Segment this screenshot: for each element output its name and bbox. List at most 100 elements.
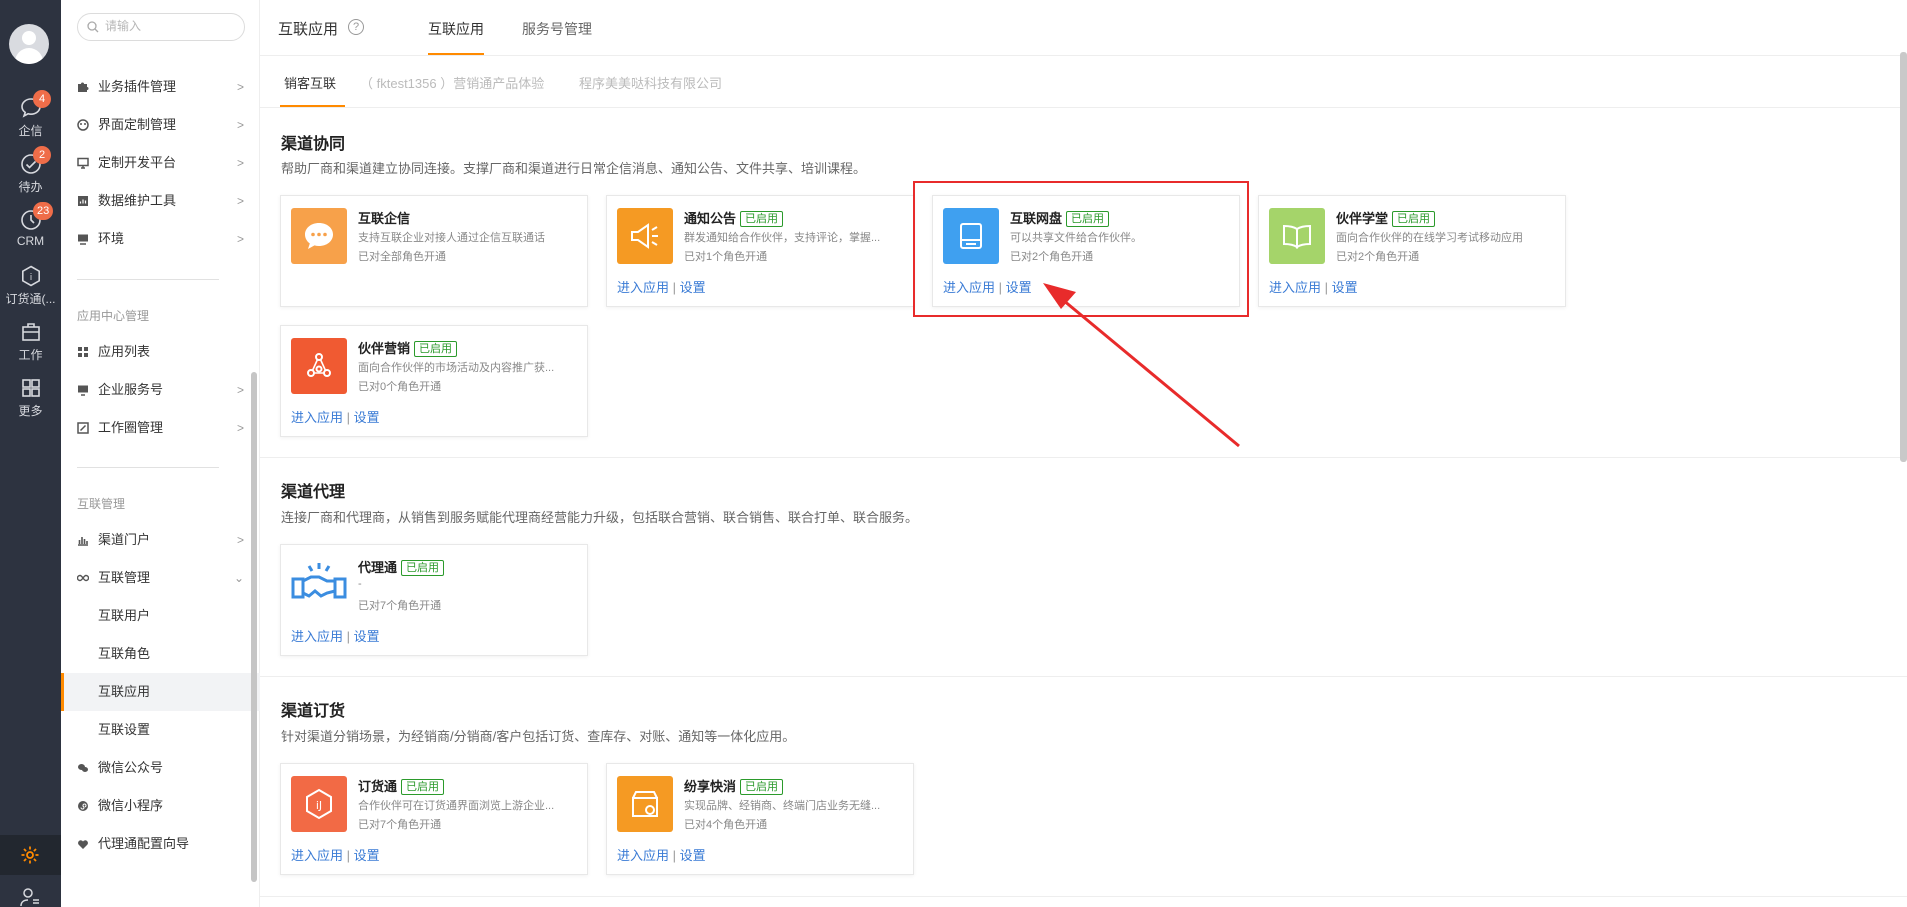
sidebar-item-interconnect-users[interactable]: 互联用户 [61,597,260,635]
rail-label: CRM [16,234,45,248]
link-separator: | [346,629,351,644]
sidebar-item-service-account[interactable]: 企业服务号 > [61,371,260,409]
sidebar-scrollbar[interactable] [251,372,257,882]
app-card[interactable]: 伙伴学堂 已启用 面向合作伙伴的在线学习考试移动应用 已对2个角色开通 进入应用 … [1258,195,1566,307]
link-separator: | [346,848,351,863]
app-card[interactable]: 纷享快消 已启用 实现品牌、经销商、终端门店业务无缝... 已对4个角色开通 进入… [606,763,914,875]
sidebar-item-app-list[interactable]: 应用列表 [61,333,260,371]
settings-link[interactable]: 设置 [680,848,706,863]
chevron-down-icon: ⌄ [233,571,244,585]
settings-link[interactable]: 设置 [354,410,380,425]
sidebar-search[interactable] [77,13,245,41]
book-icon [1283,224,1311,249]
app-card[interactable]: 互联企信 支持互联企业对接人通过企信互联通话 已对全部角色开通 [280,195,588,307]
rail-label: 订货通(... [5,292,56,306]
sidebar-item-wechat-miniprogram[interactable]: 微信小程序 [61,787,260,825]
sidebar-item-interconnect-apps[interactable]: 互联应用 [61,673,260,711]
app-description: 面向合作伙伴的在线学习考试移动应用 [1336,232,1523,244]
rail-item-messages[interactable]: 企信 4 [0,90,61,139]
link-separator: | [1324,280,1329,295]
sidebar-item-label: 应用列表 [98,344,151,359]
rail-label: 更多 [18,404,43,418]
rail-item-ordering[interactable]: i 订货通(... [0,264,61,307]
sidebar-item-workcircle[interactable]: 工作圈管理 > [61,409,260,447]
settings-link[interactable]: 设置 [680,280,706,295]
sidebar-item-label: 微信小程序 [98,798,164,813]
user-manage-icon[interactable] [20,887,40,907]
app-roles-count: 已对全部角色开通 [358,251,446,263]
settings-link[interactable]: 设置 [354,629,380,644]
rail-item-todo[interactable]: 待办 2 [0,146,61,195]
chevron-right-icon: > [236,232,244,246]
tab-interconnect-apps[interactable]: 互联应用 [428,19,484,39]
main-scrollbar[interactable] [1900,52,1907,462]
grid-icon [21,379,40,397]
sidebar-item-channel-portal[interactable]: 渠道门户 > [61,521,260,559]
sidebar-item-agent-wizard[interactable]: 代理通配置向导 [61,825,260,863]
app-card[interactable]: 通知公告 已启用 群发通知给合作伙伴，支持评论，掌握... 已对1个角色开通 进入… [606,195,914,307]
app-description: 面向合作伙伴的市场活动及内容推广获... [358,362,555,374]
sidebar-item-plugin-manage[interactable]: 业务插件管理 > [61,68,260,106]
rail-item-crm[interactable]: CRM 23 [0,202,61,248]
enter-app-link[interactable]: 进入应用 [617,280,669,295]
enter-app-link[interactable]: 进入应用 [291,410,343,425]
section-title: 渠道协同 [281,136,346,153]
app-name: 通知公告 [684,211,737,226]
app-icon-agent [291,557,347,613]
enter-app-link[interactable]: 进入应用 [291,629,343,644]
app-roles-count: 已对4个角色开通 [684,819,768,831]
enter-app-link[interactable]: 进入应用 [617,848,669,863]
sidebar-item-data-tools[interactable]: 数据维护工具 > [61,182,260,220]
sidebar-item-dev-platform[interactable]: 定制开发平台 > [61,144,260,182]
subtab-fktest1356[interactable]: （ fktest1356 ）营销通产品体验 [360,73,544,92]
sidebar-item-ui-customize[interactable]: 界面定制管理 > [61,106,260,144]
avatar[interactable] [9,24,49,64]
main-content: 互联应用 ? 互联应用 服务号管理 销客互联 （ fktest1356 ）营销通… [260,0,1907,907]
help-icon[interactable]: ? [348,19,364,35]
settings-link[interactable]: 设置 [354,848,380,863]
chevron-right-icon: > [236,118,244,132]
app-roles-count: 已对7个角色开通 [358,600,442,612]
section-description: 连接厂商和代理商，从销售到服务赋能代理商经营能力升级，包括联合营销、联合销售、联… [281,510,919,525]
active-subtab-indicator [280,105,345,107]
subtab-company[interactable]: 程序美美哒科技有限公司 [579,73,722,92]
settings-gear-icon[interactable] [18,843,42,867]
subtab-xiaoke-interconnect[interactable]: 销客互联 [284,73,336,92]
sidebar-item-interconnect-roles[interactable]: 互联角色 [61,635,260,673]
sidebar-item-environment[interactable]: 环境 > [61,220,260,258]
app-card[interactable]: iJ 订货通 已启用 合作伙伴可在订货通界面浏览上游企业... 已对7个角色开通 … [280,763,588,875]
app-icon-chat [291,208,347,264]
sidebar-item-wechat-official[interactable]: 微信公众号 [61,749,260,787]
sidebar-item-label: 工作圈管理 [98,420,164,435]
app-description: 群发通知给合作伙伴，支持评论，掌握... [684,232,881,244]
enter-app-link[interactable]: 进入应用 [291,848,343,863]
apps-grid-icon [78,347,88,357]
app-name: 伙伴营销 [358,341,411,356]
app-description: 合作伙伴可在订货通界面浏览上游企业... [358,800,555,812]
app-name: 伙伴学堂 [1336,211,1389,226]
briefcase-icon [21,323,40,341]
app-icon-fmcg [617,776,673,832]
app-name: 纷享快消 [684,779,737,794]
svg-text:i: i [29,273,32,283]
app-card[interactable]: 伙伴营销 已启用 面向合作伙伴的市场活动及内容推广获... 已对0个角色开通 进入… [280,325,588,437]
store-icon [632,791,658,817]
page-title: 互联应用 [278,21,339,38]
settings-link[interactable]: 设置 [1332,280,1358,295]
hexagon-order-icon: iJ [306,788,332,820]
section-description: 针对渠道分销场景，为经销商/分销商/客户包括订货、查库存、对账、通知等一体化应用… [281,729,796,744]
sidebar-item-label: 企业服务号 [98,382,164,397]
section-description: 帮助厂商和渠道建立协同连接。支撑厂商和渠道进行日常企信消息、通知公告、文件共享、… [281,161,867,176]
rail-item-work[interactable]: 工作 [0,320,61,363]
app-card[interactable]: 代理通 已启用 - 已对7个角色开通 进入应用 | 设置 [280,544,588,656]
enabled-tag: 已启用 [401,779,445,795]
enter-app-link[interactable]: 进入应用 [1269,280,1321,295]
link-separator: | [672,280,677,295]
tab-service-account-manage[interactable]: 服务号管理 [522,19,592,39]
sidebar-item-interconnect-manage[interactable]: 互联管理 ⌄ [61,559,260,597]
rail-item-more[interactable]: 更多 [0,376,61,419]
sidebar-item-interconnect-settings[interactable]: 互联设置 [61,711,260,749]
sidebar-item-label: 业务插件管理 [98,79,177,94]
chevron-right-icon: > [236,421,244,435]
search-input[interactable] [105,19,235,33]
